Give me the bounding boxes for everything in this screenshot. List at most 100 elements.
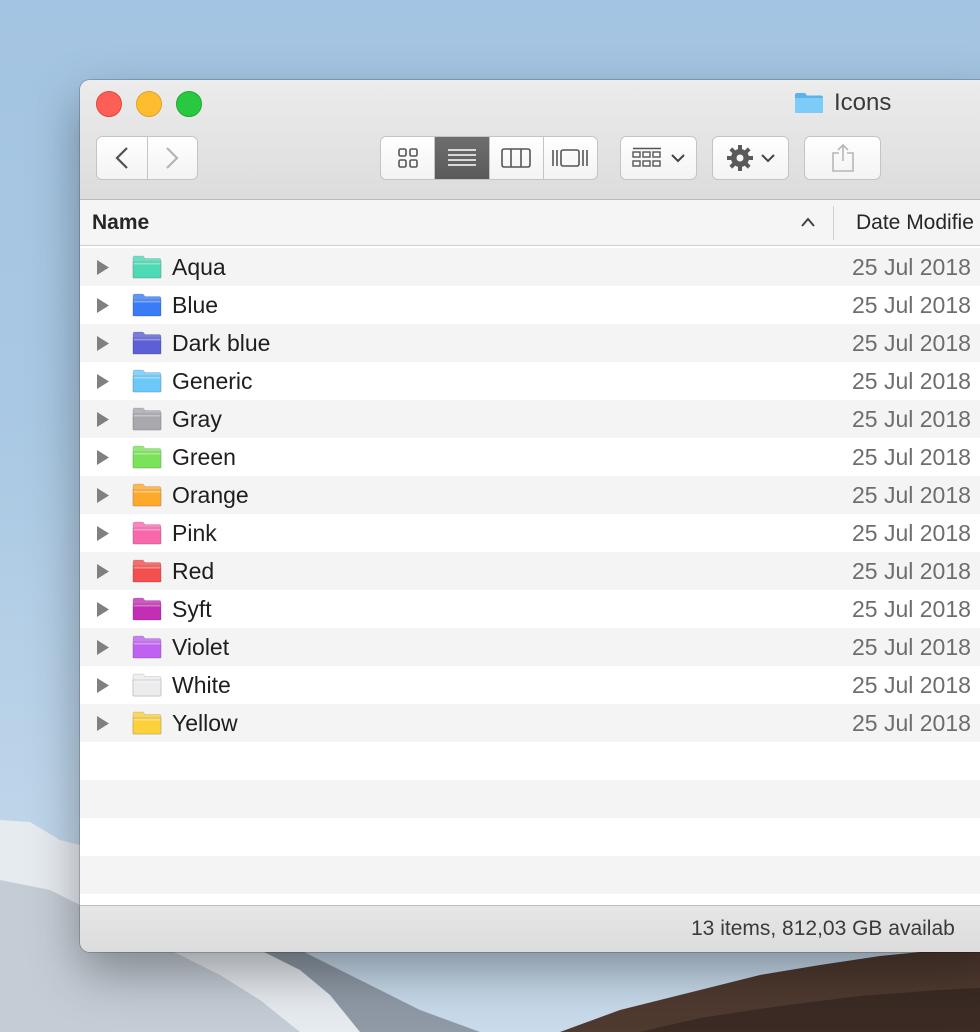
action-menu-button[interactable] [712,136,789,180]
folder-icon [132,597,162,621]
name-column-header[interactable]: Name [92,200,149,245]
folder-icon [132,483,162,507]
disclosure-triangle-icon[interactable] [96,260,110,275]
share-button[interactable] [804,136,881,180]
status-bar: 13 items, 812,03 GB availab [80,905,980,952]
folder-icon [132,331,162,355]
file-row[interactable]: Blue 25 Jul 2018 [80,286,980,324]
disclosure-triangle-icon[interactable] [96,374,110,389]
file-row[interactable]: White 25 Jul 2018 [80,666,980,704]
back-button[interactable] [97,137,147,179]
file-row[interactable]: Green 25 Jul 2018 [80,438,980,476]
disclosure-triangle-icon[interactable] [96,640,110,655]
file-name: Orange [172,482,249,508]
file-name: Green [172,444,236,470]
group-by-button[interactable] [620,136,697,180]
file-name: Generic [172,368,253,394]
disclosure-triangle-icon[interactable] [96,488,110,503]
folder-icon [132,521,162,545]
file-name: Pink [172,520,217,546]
folder-icon [132,293,162,317]
chevron-down-icon [670,154,685,163]
disclosure-triangle-icon[interactable] [96,602,110,617]
close-button[interactable] [96,91,122,117]
disclosure-triangle-icon[interactable] [96,716,110,731]
folder-icon [132,255,162,279]
file-date-modified: 25 Jul 2018 [852,444,971,470]
sort-ascending-icon[interactable] [800,216,816,228]
file-date-modified: 25 Jul 2018 [852,634,971,660]
folder-icon [132,711,162,735]
file-date-modified: 25 Jul 2018 [852,406,971,432]
disclosure-triangle-icon[interactable] [96,450,110,465]
file-date-modified: 25 Jul 2018 [852,482,971,508]
file-name: Yellow [172,710,238,736]
file-date-modified: 25 Jul 2018 [852,330,971,356]
file-date-modified: 25 Jul 2018 [852,254,971,280]
column-view-icon [501,148,531,168]
empty-row [80,856,980,894]
gallery-view-button[interactable] [542,137,597,179]
column-divider[interactable] [833,206,834,240]
file-name: Dark blue [172,330,271,356]
disclosure-triangle-icon[interactable] [96,298,110,313]
file-date-modified: 25 Jul 2018 [852,368,971,394]
navigation-buttons [96,136,198,180]
file-row[interactable]: Pink 25 Jul 2018 [80,514,980,552]
file-row[interactable]: Red 25 Jul 2018 [80,552,980,590]
finder-window: Icons Name Date Modifie Aqua 25 Jul 2018… [80,80,980,952]
chevron-down-icon [760,154,775,163]
column-view-button[interactable] [488,137,543,179]
folder-icon [132,635,162,659]
file-name: White [172,672,231,698]
empty-row [80,780,980,818]
gallery-view-icon [552,149,589,167]
folder-icon [132,445,162,469]
share-icon [831,143,854,172]
file-row[interactable]: Syft 25 Jul 2018 [80,590,980,628]
file-row[interactable]: Orange 25 Jul 2018 [80,476,980,514]
gear-icon [726,145,753,171]
window-title: Icons [794,88,891,118]
file-date-modified: 25 Jul 2018 [852,710,971,736]
list-view-button[interactable] [434,137,489,179]
folder-icon [132,559,162,583]
disclosure-triangle-icon[interactable] [96,412,110,427]
date-modified-column-header[interactable]: Date Modifie [856,200,974,245]
chevron-right-icon [166,147,179,169]
folder-icon [132,407,162,431]
file-name: Blue [172,292,219,318]
view-mode-selector [380,136,598,180]
file-row[interactable]: Aqua 25 Jul 2018 [80,248,980,286]
file-row[interactable]: Gray 25 Jul 2018 [80,400,980,438]
group-by-icon [631,147,661,167]
disclosure-triangle-icon[interactable] [96,678,110,693]
chevron-left-icon [115,147,128,169]
file-name: Gray [172,406,222,432]
icon-view-button[interactable] [381,137,434,179]
empty-row [80,742,980,780]
file-name: Aqua [172,254,226,280]
file-name: Syft [172,596,212,622]
status-text: 13 items, 812,03 GB availab [691,917,955,940]
zoom-button[interactable] [176,91,202,117]
file-row[interactable]: Violet 25 Jul 2018 [80,628,980,666]
minimize-button[interactable] [136,91,162,117]
empty-row [80,818,980,856]
file-row[interactable]: Generic 25 Jul 2018 [80,362,980,400]
file-row[interactable]: Dark blue 25 Jul 2018 [80,324,980,362]
list-view-icon [447,149,476,166]
folder-icon [795,93,823,113]
file-row[interactable]: Yellow 25 Jul 2018 [80,704,980,742]
forward-button[interactable] [146,137,198,179]
folder-icon [132,369,162,393]
file-date-modified: 25 Jul 2018 [852,520,971,546]
icon-view-icon [397,148,418,168]
file-date-modified: 25 Jul 2018 [852,558,971,584]
disclosure-triangle-icon[interactable] [96,564,110,579]
disclosure-triangle-icon[interactable] [96,526,110,541]
disclosure-triangle-icon[interactable] [96,336,110,351]
file-date-modified: 25 Jul 2018 [852,672,971,698]
file-list: Aqua 25 Jul 2018 Blue 25 Jul 2018 Dark blue 2… [80,248,980,894]
window-title-text: Icons [834,89,892,116]
